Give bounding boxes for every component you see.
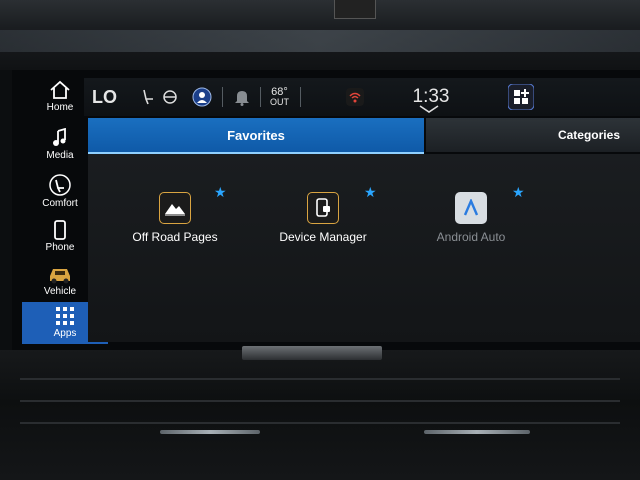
seat-heat-icon[interactable] xyxy=(140,78,156,116)
sidebar-item-label: Vehicle xyxy=(43,286,77,297)
chevron-down-icon[interactable] xyxy=(418,102,440,116)
dashboard-lower xyxy=(0,350,640,480)
wifi-hotspot-icon[interactable] xyxy=(346,78,364,116)
climate-mode[interactable]: LO xyxy=(92,78,117,116)
music-note-icon xyxy=(53,128,66,146)
driver-profile-icon[interactable] xyxy=(192,78,212,116)
mountain-icon xyxy=(159,192,191,224)
favorite-star-icon[interactable]: ★ xyxy=(512,184,525,201)
vehicle-icon xyxy=(50,269,70,284)
favorite-star-icon[interactable]: ★ xyxy=(364,184,377,201)
widgets-icon[interactable] xyxy=(508,78,534,116)
sidebar-item-label: Apps xyxy=(53,328,77,339)
outside-temperature: 68° xyxy=(271,86,288,98)
favorite-star-icon[interactable]: ★ xyxy=(214,184,227,201)
notification-bell-icon[interactable] xyxy=(234,78,250,116)
dashboard-bezel-top xyxy=(0,0,640,70)
app-label: Off Road Pages xyxy=(132,230,218,244)
tab-categories[interactable]: Categories xyxy=(426,118,640,152)
app-label: Android Auto xyxy=(436,230,506,244)
seat-comfort-icon xyxy=(49,174,71,196)
steering-heat-icon[interactable] xyxy=(162,78,178,116)
tab-favorites[interactable]: Favorites xyxy=(88,118,424,154)
app-off-road-pages[interactable]: Off Road Pages xyxy=(100,192,250,244)
sidebar-item-label: Media xyxy=(46,150,74,161)
screen-handle xyxy=(242,346,382,360)
outside-temperature-label: OUT xyxy=(270,97,289,107)
apps-grid-icon xyxy=(56,307,74,325)
sidebar-item-label: Phone xyxy=(45,242,75,253)
sidebar-item-label: Home xyxy=(46,102,74,113)
sidebar-item-label: Comfort xyxy=(42,198,78,209)
vent-trim xyxy=(424,430,530,434)
device-manager-icon xyxy=(307,192,339,224)
status-bar: LO 68° OUT 1:33 xyxy=(84,78,640,116)
apps-favorites-panel: Off Road Pages ★ Device Manager ★ Androi… xyxy=(88,154,640,342)
home-icon xyxy=(50,80,70,99)
vent-trim xyxy=(160,430,260,434)
app-label: Device Manager xyxy=(279,230,367,244)
android-auto-icon xyxy=(455,192,487,224)
bezel-clip xyxy=(334,0,376,19)
phone-icon xyxy=(54,220,66,240)
